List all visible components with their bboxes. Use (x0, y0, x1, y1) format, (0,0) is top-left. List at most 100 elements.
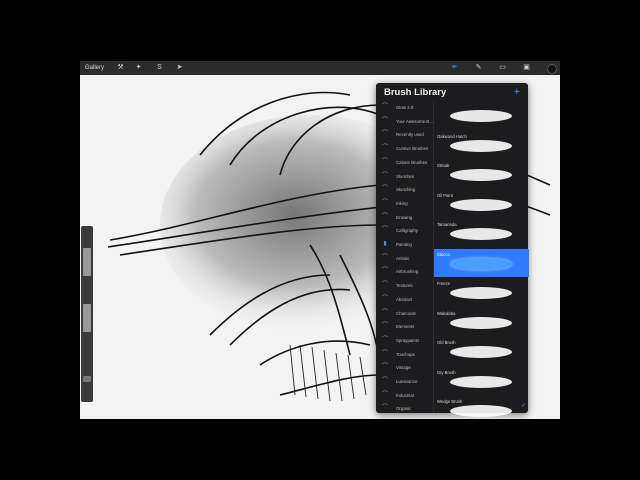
brush-set-label: Painting (396, 242, 412, 247)
eraser-icon[interactable]: ▭ (498, 63, 507, 73)
brush-list: Oakwood Hatch Streak Oil Paint Tamarinda Stu… (433, 101, 529, 417)
brush-set-item[interactable]: ⌒ Touchups (376, 348, 432, 361)
wand-icon[interactable]: ✦ (134, 63, 143, 73)
brush-set-label: Elements (396, 324, 415, 330)
brush-set-item[interactable]: ⌒ Industrial (376, 389, 432, 402)
brush-set-label: Sketches (396, 173, 415, 179)
brush-set-icon: ⌒ (381, 350, 388, 357)
brush-set-label: Touchups (396, 351, 415, 357)
panel-title: Brush Library (384, 87, 447, 98)
brush-item[interactable]: Stucco (434, 248, 529, 277)
gallery-button[interactable]: Gallery (85, 63, 104, 73)
brush-set-label: Luminance (396, 379, 418, 384)
brush-item[interactable]: Oil Paint (434, 190, 529, 218)
brush-name: Oil Paint (437, 192, 453, 198)
brush-set-item[interactable]: ⌒ Textures (376, 279, 432, 292)
brush-set-item[interactable]: ⌒ Cursive Brushes (376, 142, 432, 155)
brush-item[interactable]: Wedge Brush (434, 396, 529, 419)
brush-set-icon: ⌒ (381, 405, 388, 412)
brush-set-label: Sketching (396, 187, 416, 193)
smudge-icon[interactable]: ✎ (474, 63, 483, 73)
s-icon[interactable]: S (155, 63, 164, 73)
brush-set-label: Your Awesome B... (396, 118, 433, 124)
brush-set-item[interactable]: ⌒ Airbrushing (376, 265, 432, 278)
brush-set-icon: ⌒ (381, 117, 388, 124)
brush-stroke-preview (450, 375, 512, 388)
brush-set-item[interactable]: ⌒ Luminance (376, 375, 432, 388)
brush-set-icon: ⌒ (381, 323, 388, 330)
wrench-icon[interactable]: ⚒ (116, 63, 125, 73)
brush-set-label: Drawing (396, 214, 413, 220)
brush-item[interactable]: Old Brush (434, 337, 529, 365)
brush-icon[interactable]: ✒ (450, 63, 459, 73)
brush-set-label: Cursive Brushes (396, 146, 429, 152)
brush-set-label: Spraypaints (396, 337, 420, 343)
brush-item[interactable]: Tamarinda (434, 219, 529, 247)
brush-set-label: Glow 2.0 (396, 105, 414, 110)
brush-set-item[interactable]: ⌒ Artistic (376, 252, 432, 265)
brush-set-item[interactable]: ⌒ Organic (376, 402, 432, 415)
opacity-slider[interactable] (83, 304, 91, 332)
undo-button[interactable] (83, 376, 91, 382)
brush-set-icon: ⌒ (381, 104, 388, 110)
brush-set-icon: ⌒ (381, 145, 388, 152)
brush-set-label: Calligraphy (396, 228, 418, 234)
brush-set-item[interactable]: ⌒ Elements (376, 320, 432, 333)
brush-set-label: Abstract (396, 296, 413, 302)
brush-name: Old Brush (437, 340, 456, 345)
brush-name: Stucco (437, 251, 450, 257)
brush-set-item[interactable]: ⌒ Abstract (376, 293, 432, 306)
brush-set-icon: ⌒ (381, 336, 388, 343)
brush-stroke-preview (450, 316, 512, 329)
brush-set-item[interactable]: ⌒ Sketches (376, 170, 432, 183)
arrow-icon[interactable]: ➤ (175, 63, 184, 73)
brush-set-label: Calorie Brushes (396, 159, 428, 165)
brush-set-icon: ⌒ (381, 309, 388, 316)
brush-stroke-preview (450, 405, 512, 417)
brush-item[interactable]: Freeze (434, 278, 529, 306)
brush-set-icon: ⌒ (381, 282, 388, 289)
brush-set-icon: ⌒ (381, 295, 388, 302)
side-slider-bar (81, 226, 93, 402)
brush-set-item[interactable]: ⌒ Drawing (376, 211, 432, 224)
brush-name: Dry Brush (437, 369, 456, 375)
brush-set-item[interactable]: ⌒ Recently used (376, 128, 432, 141)
brush-item[interactable]: Wakaloba (434, 308, 529, 336)
brush-set-icon: ⌒ (381, 131, 388, 138)
brush-set-item[interactable]: ⌒ Inking (376, 197, 432, 210)
brush-set-icon: ⌒ (381, 172, 388, 179)
brush-set-icon: ⌒ (381, 268, 388, 275)
add-brush-icon[interactable]: + (514, 86, 520, 98)
brush-name: Tamarinda (437, 222, 457, 227)
brush-set-item[interactable]: ⌒ Glow 2.0 (376, 101, 432, 114)
check-icon: ✓ (520, 403, 526, 409)
brush-set-label: Organic (396, 406, 412, 412)
brush-set-icon: ⌒ (381, 227, 388, 234)
brush-item[interactable]: Dry Brush (434, 367, 529, 395)
layers-icon[interactable]: ▣ (522, 63, 531, 73)
color-icon[interactable] (547, 64, 557, 74)
brush-name: Streak (437, 163, 450, 168)
brush-set-item[interactable]: ⌒ Vintage (376, 361, 432, 374)
brush-stroke-preview (450, 139, 512, 152)
brush-set-icon: ⌒ (381, 391, 388, 398)
brush-stroke-preview (450, 287, 512, 299)
brush-size-slider[interactable] (83, 248, 91, 276)
brush-set-item[interactable]: ⌒ Charcoals (376, 307, 432, 320)
brush-set-item[interactable]: ⌒ Your Awesome B... (376, 115, 433, 128)
brush-set-icon: ▮ (383, 241, 387, 247)
brush-set-item[interactable]: ⌒ Calligraphy (376, 224, 432, 237)
brush-set-item[interactable]: ⌒ Spraypaints (376, 334, 432, 347)
brush-set-label: Industrial (396, 392, 414, 398)
procreate-app: Gallery ⚒ ✦ S ➤ ✒ ✎ ▭ ▣ Brush Library + … (80, 61, 560, 419)
brush-set-icon: ⌒ (381, 158, 388, 165)
brush-set-item[interactable]: ⌒ Sketching (376, 183, 432, 196)
brush-set-label: Textures (396, 283, 413, 289)
brush-set-label: Airbrushing (396, 269, 419, 275)
brush-item[interactable] (434, 101, 529, 129)
brush-set-icon: ⌒ (381, 364, 388, 371)
brush-item[interactable]: Oakwood Hatch (434, 131, 529, 159)
brush-item[interactable]: Streak (434, 160, 529, 188)
brush-set-item[interactable]: ⌒ Calorie Brushes (376, 156, 432, 169)
brush-set-item[interactable]: ▮ Painting (376, 238, 432, 251)
